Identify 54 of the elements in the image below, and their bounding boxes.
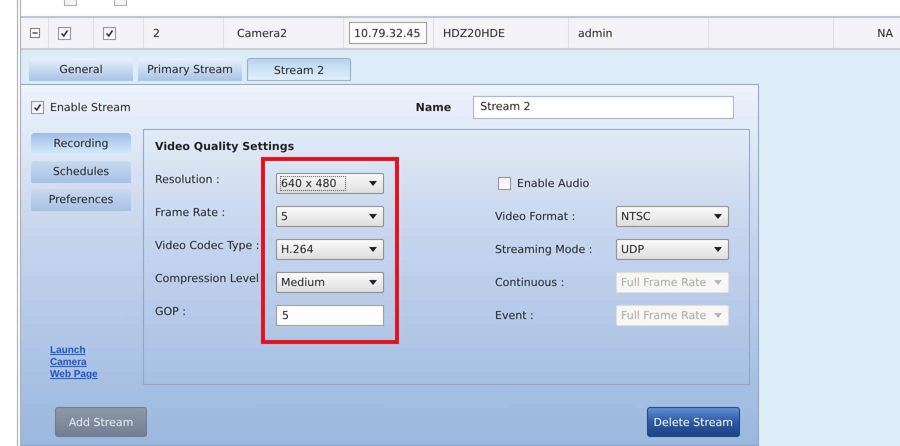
dropdown[interactable]: 5 — [276, 206, 384, 227]
nav-button[interactable]: Preferences — [31, 189, 131, 211]
caret-icon — [714, 313, 722, 318]
field-label: Compression Level — [155, 272, 259, 285]
field-label: Continuous : — [495, 276, 566, 289]
field-label: Frame Rate : — [155, 206, 226, 219]
checkmark-icon — [33, 102, 42, 112]
caret-icon — [714, 247, 722, 252]
tab[interactable]: Stream 2 — [247, 58, 351, 81]
dropdown[interactable]: H.264 — [276, 239, 384, 260]
checkbox[interactable] — [58, 26, 71, 40]
nav-button[interactable]: Recording — [31, 133, 131, 155]
table-cell: 2 — [153, 26, 160, 40]
collapse-icon[interactable] — [30, 28, 40, 38]
tab[interactable]: Primary Stream — [138, 58, 242, 81]
checkbox[interactable] — [31, 100, 44, 114]
caret-icon — [714, 280, 722, 285]
field-label: Resolution : — [155, 173, 220, 186]
dropdown[interactable]: 640 x 480 — [276, 173, 384, 194]
tab[interactable]: General — [29, 58, 133, 81]
field-label: Name — [416, 100, 452, 114]
table-cell: HDZ20HDE — [443, 26, 505, 40]
field-label: Video Codec Type : — [155, 239, 260, 252]
input-field[interactable]: Stream 2 — [473, 96, 734, 118]
nav-button[interactable]: Schedules — [31, 161, 131, 183]
checkbox[interactable] — [498, 177, 511, 190]
checkbox-label: Enable Stream — [50, 100, 131, 114]
field-label: GOP : — [155, 305, 186, 318]
caret-icon — [714, 214, 722, 219]
dropdown[interactable]: NTSC — [616, 206, 729, 227]
caret-icon — [369, 280, 377, 285]
checkbox[interactable] — [103, 26, 116, 40]
table-cell: Camera2 — [237, 26, 288, 40]
checkmark-icon — [105, 28, 114, 38]
table-cell: admin — [578, 26, 612, 40]
checkmark-icon — [60, 28, 69, 38]
section-title: Video Quality Settings — [155, 140, 296, 155]
checkbox[interactable] — [114, 0, 127, 6]
caret-icon — [369, 247, 377, 252]
dropdown[interactable]: Medium — [276, 272, 384, 293]
input-field[interactable]: 5 — [276, 305, 384, 326]
link[interactable]: Launch Camera Web Page — [50, 345, 108, 381]
table-cell: NA — [877, 26, 893, 40]
dropdown[interactable]: UDP — [616, 239, 729, 260]
caret-icon — [369, 181, 377, 186]
field-label: Video Format : — [495, 210, 576, 223]
field-label: Event : — [495, 309, 535, 322]
table-row[interactable]: 2 Camera2 10.79.32.45 HDZ20HDE admin NA — [21, 18, 900, 50]
checkbox-label: Enable Audio — [517, 177, 590, 190]
checkbox[interactable] — [64, 0, 77, 6]
caret-icon — [369, 214, 377, 219]
input-field[interactable]: 10.79.32.45 — [349, 22, 427, 44]
field-label: Streaming Mode : — [495, 243, 594, 256]
delete-stream-button[interactable]: Delete Stream — [646, 407, 740, 437]
